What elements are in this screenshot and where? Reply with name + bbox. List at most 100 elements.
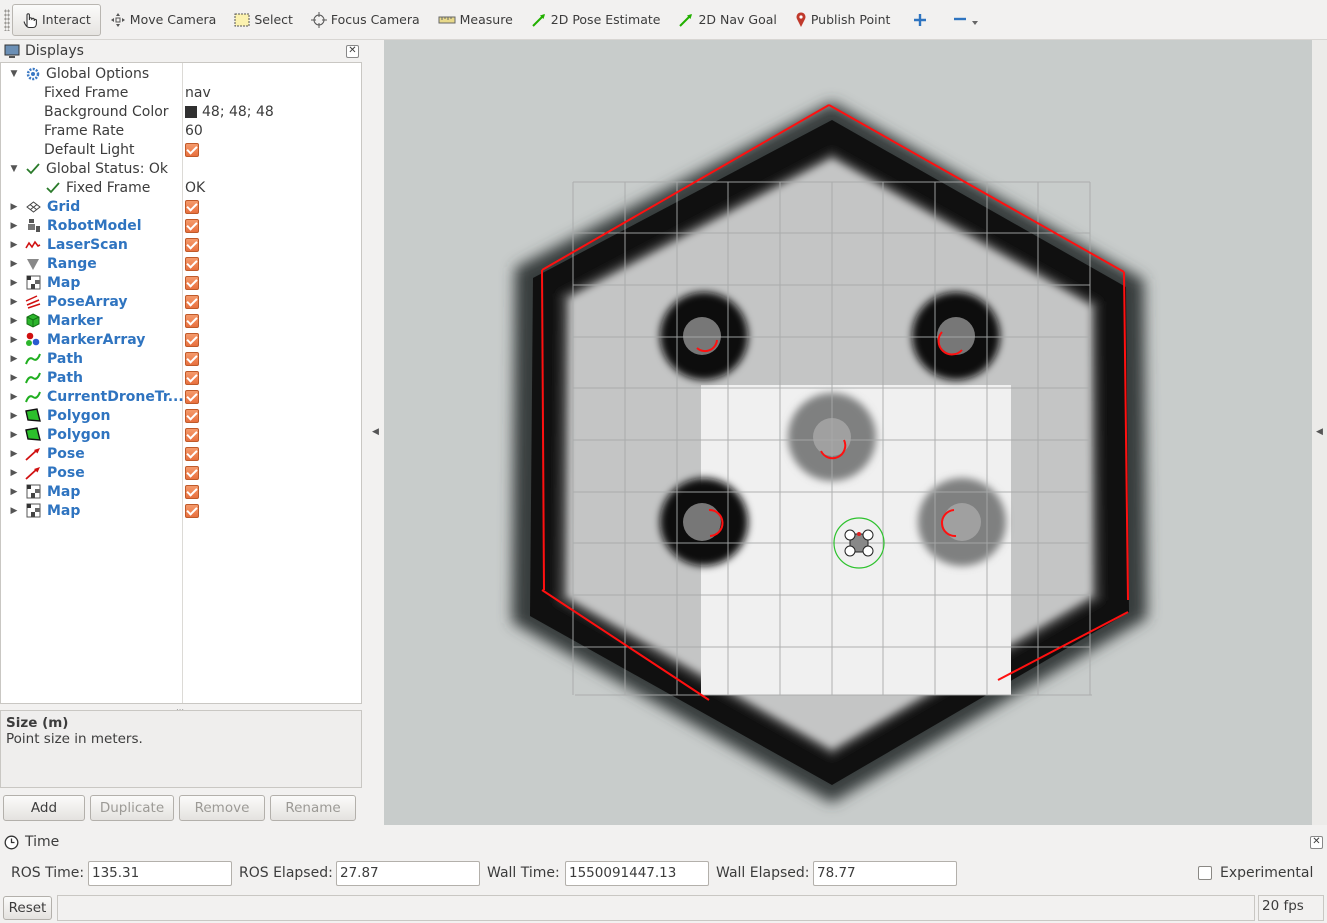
ros-time-field[interactable]: 135.31 [88,860,232,886]
display-item-enabled-checkbox[interactable] [185,465,199,480]
display-item-label: LaserScan [47,236,128,253]
reset-button[interactable]: Reset [3,896,52,920]
expand-arrow-icon[interactable]: ▶ [9,221,19,231]
display-item-map[interactable]: ▶ Map [1,273,361,292]
expand-arrow-icon[interactable]: ▼ [9,69,19,79]
wall-time-field[interactable]: 1550091447.13 [565,860,709,886]
display-item-enabled-checkbox[interactable] [185,237,199,252]
path-icon [25,351,41,367]
display-item-path[interactable]: ▶ Path [1,368,361,387]
expand-arrow-icon[interactable]: ▶ [9,373,19,383]
display-item-map[interactable]: ▶ Map [1,482,361,501]
time-close-button[interactable]: ✕ [1310,835,1323,849]
experimental-checkbox[interactable] [1198,866,1212,880]
frame-rate-row[interactable]: Frame Rate 60 [1,121,361,140]
display-item-polygon[interactable]: ▶ Polygon [1,425,361,444]
frame-rate-value[interactable]: 60 [185,123,203,139]
display-item-pose[interactable]: ▶ Pose [1,463,361,482]
global-options-row[interactable]: ▼ Global Options [1,64,361,83]
expand-arrow-icon[interactable]: ▶ [9,354,19,364]
map-render[interactable] [384,40,1312,825]
tool-2d-nav-goal[interactable]: 2D Nav Goal [669,4,785,36]
display-item-enabled-checkbox[interactable] [185,313,199,328]
display-item-markerarray[interactable]: ▶ MarkerArray [1,330,361,349]
expand-arrow-icon[interactable]: ▶ [9,468,19,478]
tool-focus-camera-label: Focus Camera [330,12,420,27]
fixed-frame-row[interactable]: Fixed Frame nav [1,83,361,102]
tool-focus-camera[interactable]: Focus Camera [302,4,429,36]
display-item-enabled-checkbox[interactable] [185,294,199,309]
gear-icon [25,66,41,82]
ros-elapsed-field[interactable]: 27.87 [336,860,480,886]
render-viewport[interactable] [384,40,1312,825]
expand-arrow-icon[interactable]: ▶ [9,278,19,288]
display-item-robotmodel[interactable]: ▶ RobotModel [1,216,361,235]
tool-2d-pose-estimate[interactable]: 2D Pose Estimate [522,4,670,36]
description-title: Size (m) [6,715,69,731]
wall-elapsed-field[interactable]: 78.77 [813,860,957,886]
display-item-range[interactable]: ▶ Range [1,254,361,273]
display-item-enabled-checkbox[interactable] [185,370,199,385]
display-item-label: RobotModel [47,217,142,234]
default-light-row[interactable]: Default Light [1,140,361,159]
display-item-polygon[interactable]: ▶ Polygon [1,406,361,425]
display-item-posearray[interactable]: ▶ PoseArray [1,292,361,311]
display-item-currentdronetr[interactable]: ▶ CurrentDroneTr... [1,387,361,406]
expand-arrow-icon[interactable]: ▶ [9,335,19,345]
display-item-enabled-checkbox[interactable] [185,351,199,366]
add-tool-button[interactable] [899,4,945,36]
polygon-icon [25,408,41,424]
add-button[interactable]: Add [3,795,85,821]
display-item-path[interactable]: ▶ Path [1,349,361,368]
expand-arrow-icon[interactable]: ▶ [9,487,19,497]
tool-interact[interactable]: Interact [12,3,101,36]
display-item-map[interactable]: ▶ Map [1,501,361,520]
displays-close-button[interactable]: ✕ [346,44,359,58]
display-item-enabled-checkbox[interactable] [185,199,199,214]
background-color-value[interactable]: 48; 48; 48 [185,104,274,120]
expand-arrow-icon[interactable]: ▶ [9,449,19,459]
display-item-laserscan[interactable]: ▶ LaserScan [1,235,361,254]
duplicate-button[interactable]: Duplicate [90,795,174,821]
display-item-enabled-checkbox[interactable] [185,218,199,233]
tool-move-camera[interactable]: Move Camera [101,4,226,36]
display-item-enabled-checkbox[interactable] [185,256,199,271]
expand-arrow-icon[interactable]: ▶ [9,202,19,212]
expand-arrow-icon[interactable]: ▶ [9,259,19,269]
tool-select[interactable]: Select [225,4,302,36]
expand-arrow-icon[interactable]: ▶ [9,411,19,421]
expand-arrow-icon[interactable]: ▶ [9,316,19,326]
collapse-left-arrow-icon[interactable]: ◀ [372,427,379,437]
display-item-enabled-checkbox[interactable] [185,275,199,290]
expand-arrow-icon[interactable]: ▶ [9,430,19,440]
collapse-right-arrow-icon[interactable]: ◀ [1316,427,1323,437]
expand-arrow-icon[interactable]: ▶ [9,297,19,307]
display-item-enabled-checkbox[interactable] [185,484,199,499]
display-item-enabled-checkbox[interactable] [185,389,199,404]
display-item-enabled-checkbox[interactable] [185,332,199,347]
fixed-frame-value[interactable]: nav [185,85,211,101]
display-item-enabled-checkbox[interactable] [185,446,199,461]
background-color-row[interactable]: Background Color 48; 48; 48 [1,102,361,121]
display-item-pose[interactable]: ▶ Pose [1,444,361,463]
expand-arrow-icon[interactable]: ▶ [9,506,19,516]
display-item-enabled-checkbox[interactable] [185,408,199,423]
default-light-checkbox[interactable] [185,142,199,157]
expand-arrow-icon[interactable]: ▶ [9,392,19,402]
global-status-label: Global Status: Ok [46,160,169,177]
remove-button[interactable]: Remove [179,795,265,821]
tool-publish-point[interactable]: Publish Point [786,4,900,36]
display-item-grid[interactable]: ▶ Grid [1,197,361,216]
toolbar-grip[interactable] [4,8,10,31]
status-fixed-frame-row[interactable]: Fixed Frame OK [1,178,361,197]
display-item-label: Grid [47,198,81,215]
expand-arrow-icon[interactable]: ▼ [9,164,19,174]
display-item-enabled-checkbox[interactable] [185,427,199,442]
rename-button[interactable]: Rename [270,795,356,821]
global-status-row[interactable]: ▼ Global Status: Ok [1,159,361,178]
display-item-enabled-checkbox[interactable] [185,503,199,518]
display-item-marker[interactable]: ▶ Marker [1,311,361,330]
tool-measure[interactable]: Measure [429,4,522,36]
remove-tool-menu[interactable] [945,4,991,36]
expand-arrow-icon[interactable]: ▶ [9,240,19,250]
